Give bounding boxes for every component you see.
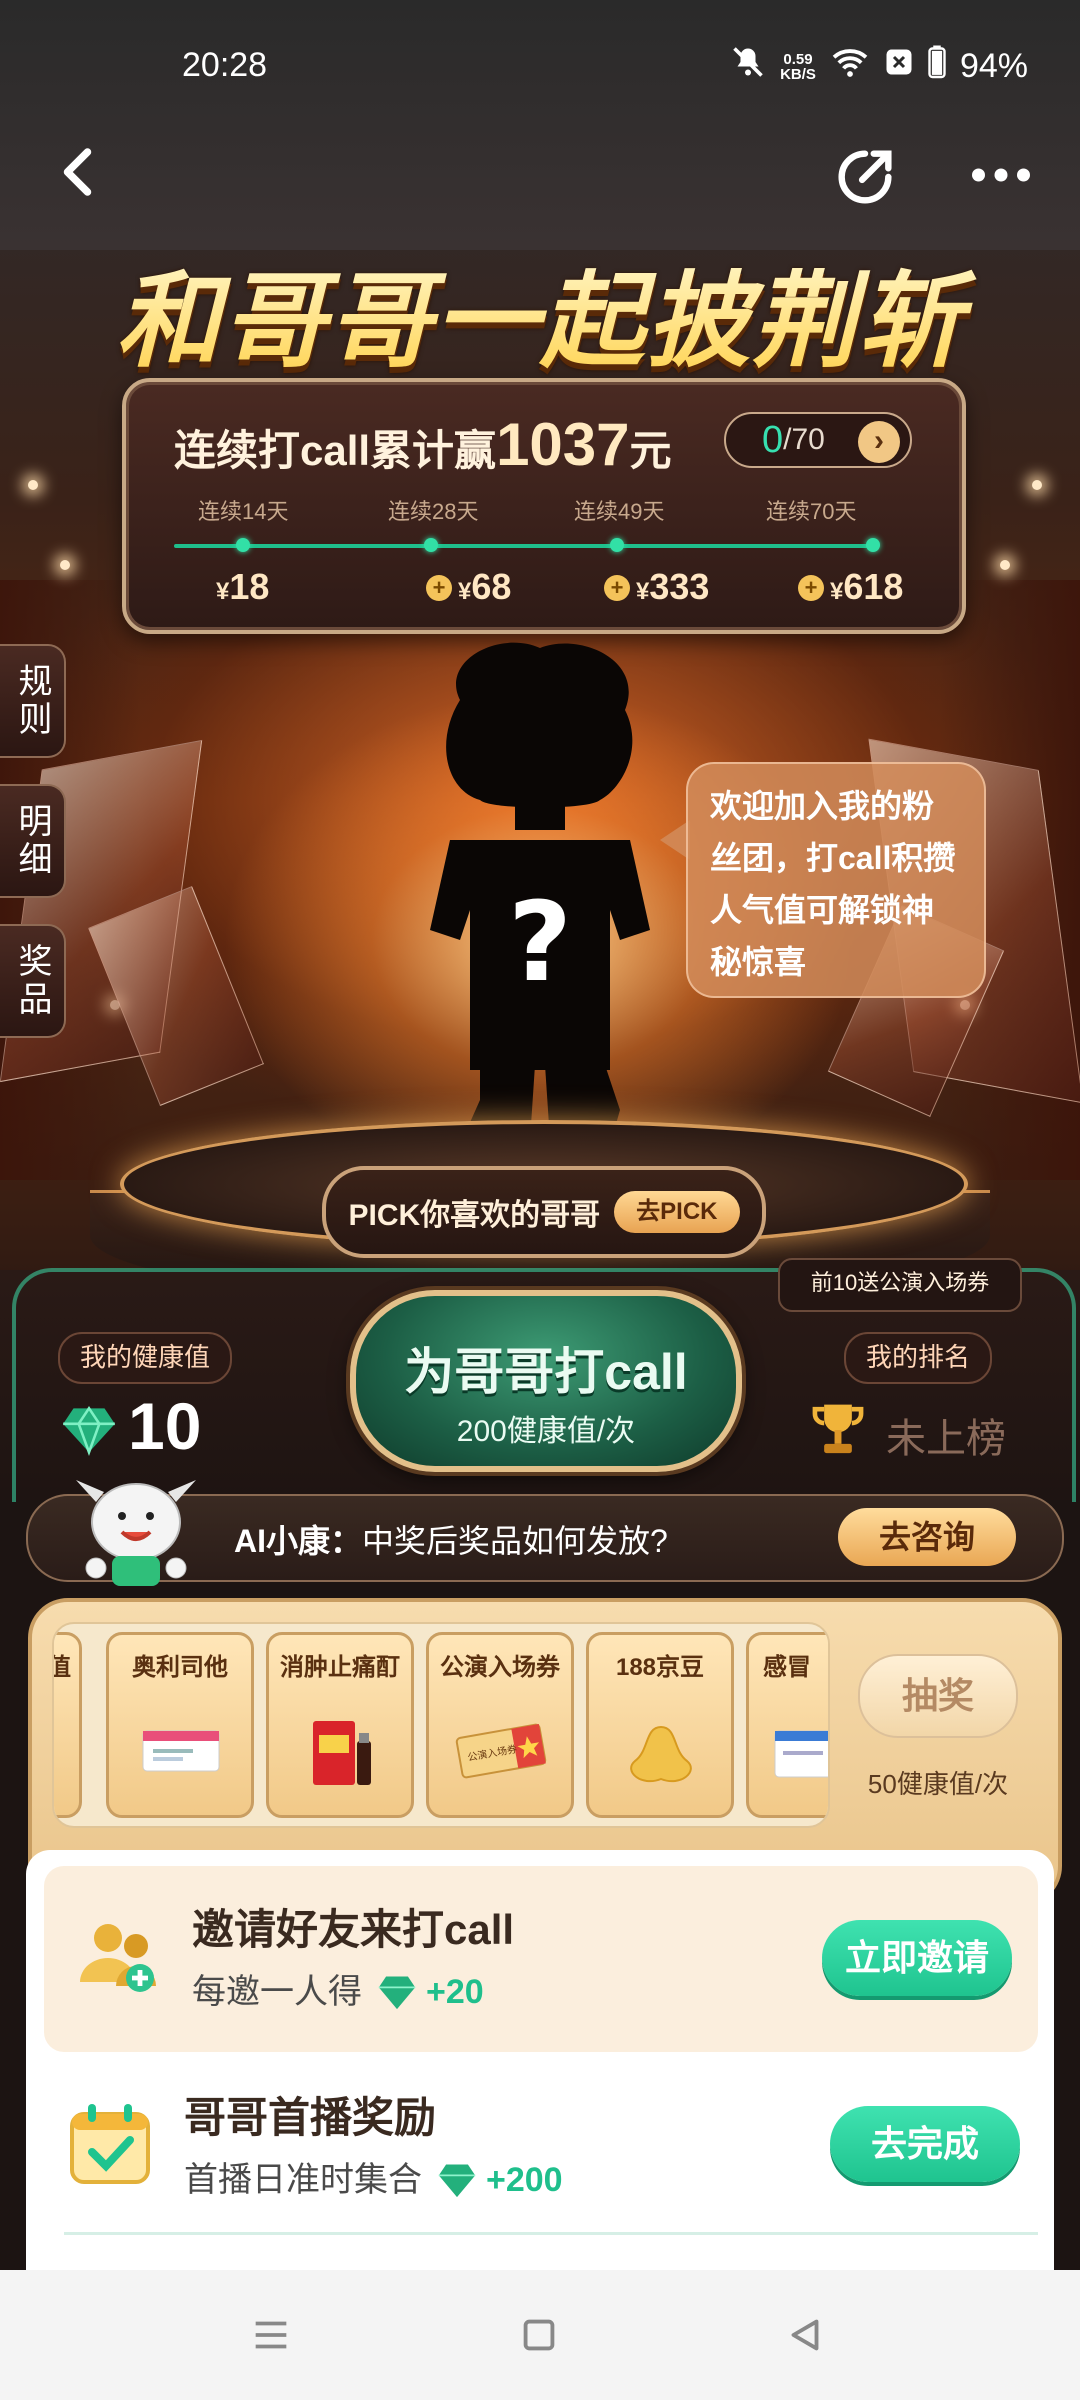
task-subtitle: 每邀一人得 +20 [192,1971,484,2011]
jd-bean-icon [615,1707,707,1791]
complete-task-button[interactable]: 去完成 [830,2106,1020,2182]
sim-off-icon [884,47,914,86]
streak-progress-panel: 连续打call累计赢1037元 0/70 › 连续14天 连续28天 连续49天… [122,378,966,634]
more-icon[interactable] [966,150,1036,200]
health-label: 我的健康值 [58,1332,233,1384]
milestone-day: 连续14天 [198,499,289,524]
prize-card[interactable]: 感冒 [746,1632,828,1818]
milestone-dot [424,538,438,552]
milestone-reward: + ¥68 [426,566,511,608]
milestone-day: 连续70天 [766,499,857,524]
prize-carousel[interactable]: 值 奥利司他 消肿止痛酊 公演入场券 公演入场券 188京豆 感冒 [52,1622,830,1828]
spotlight [1032,480,1042,490]
task-title: 哥哥首播奖励 [184,2094,437,2141]
streak-amount: 1037 [496,411,630,478]
chevron-right-icon[interactable]: › [858,421,900,463]
consult-button[interactable]: 去咨询 [838,1508,1016,1566]
milestone-day: 连续28天 [388,499,479,524]
battery-icon [928,45,946,88]
rank-value: 未上榜 [886,1417,1006,1461]
gem-icon [434,2159,480,2199]
share-icon[interactable] [830,142,900,212]
status-time: 20:28 [182,46,268,84]
pick-button[interactable]: 去PICK [614,1191,740,1233]
coin-plus-icon: + [426,575,452,601]
net-speed: 0.59 KB/S [780,50,816,83]
milestone-dot [610,538,624,552]
medicine-box-icon [135,1707,227,1791]
battery-percent: 94% [959,47,1028,85]
coin-plus-icon: + [604,575,630,601]
call-button-cost: 200健康值/次 [456,1415,636,1448]
wifi-icon [830,46,870,87]
milestone-dot [866,538,880,552]
spotlight [1000,560,1010,570]
menu-icon[interactable] [248,2312,294,2358]
pick-bar[interactable]: PICK你喜欢的哥哥 去PICK [322,1166,766,1258]
side-tab-prizes[interactable]: 奖品 [0,924,66,1038]
status-icons: 0.59 KB/S 94% [730,44,1028,89]
milestone-reward: + ¥333 [604,566,709,608]
draw-cost: 50健康值/次 [867,1769,1009,1799]
mascot-dog-icon [56,1472,216,1588]
call-for-idol-button[interactable]: 为哥哥打call 200健康值/次 [350,1290,742,1472]
cold-medicine-icon [769,1707,828,1791]
back-icon[interactable] [50,142,110,202]
coin-plus-icon: + [798,575,824,601]
tincture-bottle-icon [295,1707,387,1791]
task-title: 邀请好友来打call [192,1906,515,1953]
gem-icon [58,1398,120,1460]
home-icon[interactable] [516,2312,562,2358]
gem-icon [374,1971,420,2011]
pick-label: PICK你喜欢的哥哥 [348,1199,601,1232]
milestone-day: 连续49天 [574,499,665,524]
promo-tag: 前10送公演入场券 [778,1258,1022,1312]
prize-card[interactable]: 消肿止痛酊 [266,1632,414,1818]
prize-card[interactable]: 188京豆 [586,1632,734,1818]
top-truss-background [0,0,1080,250]
milestone-reward: + ¥618 [798,566,903,608]
rank-label: 我的排名 [844,1332,993,1384]
spotlight [28,480,38,490]
back-triangle-icon[interactable] [782,2312,828,2358]
trophy-icon [810,1400,866,1460]
prize-card[interactable]: 公演入场券 公演入场券 [426,1632,574,1818]
ticket-icon: 公演入场券 [455,1707,547,1791]
ai-question: AI小康：中奖后奖品如何发放? [234,1523,668,1559]
call-button-title: 为哥哥打call [404,1344,688,1400]
streak-counter[interactable]: 0/70 › [724,412,912,468]
mystery-idol-silhouette: ? [420,640,660,1160]
calendar-check-icon [62,2096,158,2192]
mystery-question-mark: ? [508,878,572,1006]
side-tab-rules[interactable]: 规则 [0,644,66,758]
divider [64,2232,1038,2235]
spotlight [60,560,70,570]
task-subtitle: 首播日准时集合 +200 [184,2159,563,2199]
streak-track [174,544,874,548]
health-value: 10 [128,1389,202,1463]
invite-friends-icon [72,1910,168,2006]
draw-lottery-button[interactable]: 抽奖 [858,1654,1018,1738]
mute-icon [730,44,766,89]
streak-title: 连续打call累计赢1037元 [174,411,672,478]
side-tab-details[interactable]: 明细 [0,784,66,898]
milestone-reward: ¥18 [216,566,270,607]
invite-now-button[interactable]: 立即邀请 [822,1920,1012,1996]
milestone-dot [236,538,250,552]
prize-card[interactable]: 值 [54,1632,82,1818]
speech-bubble: 欢迎加入我的粉丝团，打call积攒人气值可解锁神秘惊喜 [686,762,986,998]
prize-card[interactable]: 奥利司他 [106,1632,254,1818]
